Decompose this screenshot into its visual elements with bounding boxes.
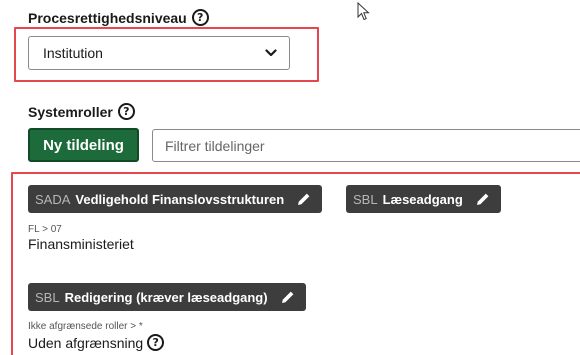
scope-path: FL > 07	[28, 224, 62, 235]
role-chip[interactable]: SADA Vedligehold Finanslovsstrukturen	[28, 185, 323, 213]
filter-assignments-input[interactable]: Filtrer tildelinger	[152, 129, 580, 162]
role-chip-system: SBL	[35, 289, 60, 305]
role-chip-name: Læseadgang	[382, 191, 463, 207]
scope-value: Finansministeriet	[28, 236, 134, 252]
scope-value: Uden afgrænsning	[28, 334, 144, 351]
pencil-icon[interactable]	[296, 191, 312, 207]
help-icon[interactable]: ?	[117, 103, 135, 120]
new-assignment-button[interactable]: Ny tildeling	[28, 128, 139, 162]
scope-path: Ikke afgrænsede roller > *	[28, 321, 143, 332]
access-level-label-text: Procesrettighedsniveau	[28, 9, 187, 26]
role-chip-system: SADA	[35, 191, 71, 207]
scope-value-row: Uden afgrænsning ?	[28, 334, 165, 351]
mouse-cursor-icon	[357, 2, 370, 21]
role-chip-name: Redigering (kræver læseadgang)	[64, 289, 268, 305]
help-icon[interactable]: ?	[191, 9, 209, 26]
access-level-select[interactable]: Institution	[28, 36, 290, 70]
role-chip[interactable]: SBL Læseadgang	[346, 185, 501, 213]
access-level-selected-value: Institution	[43, 45, 103, 61]
role-chip-name: Vedligehold Finanslovsstrukturen	[75, 191, 285, 207]
access-level-label: Procesrettighedsniveau ?	[28, 9, 209, 26]
filter-placeholder: Filtrer tildelinger	[165, 137, 265, 154]
system-roles-label: Systemroller ?	[28, 103, 135, 120]
pencil-icon[interactable]	[280, 289, 296, 305]
chevron-down-icon	[265, 49, 277, 57]
system-roles-label-text: Systemroller	[28, 103, 113, 120]
help-icon[interactable]: ?	[147, 334, 165, 351]
role-chip-system: SBL	[353, 191, 378, 207]
role-chip[interactable]: SBL Redigering (kræver læseadgang)	[28, 283, 306, 311]
pencil-icon[interactable]	[475, 191, 491, 207]
